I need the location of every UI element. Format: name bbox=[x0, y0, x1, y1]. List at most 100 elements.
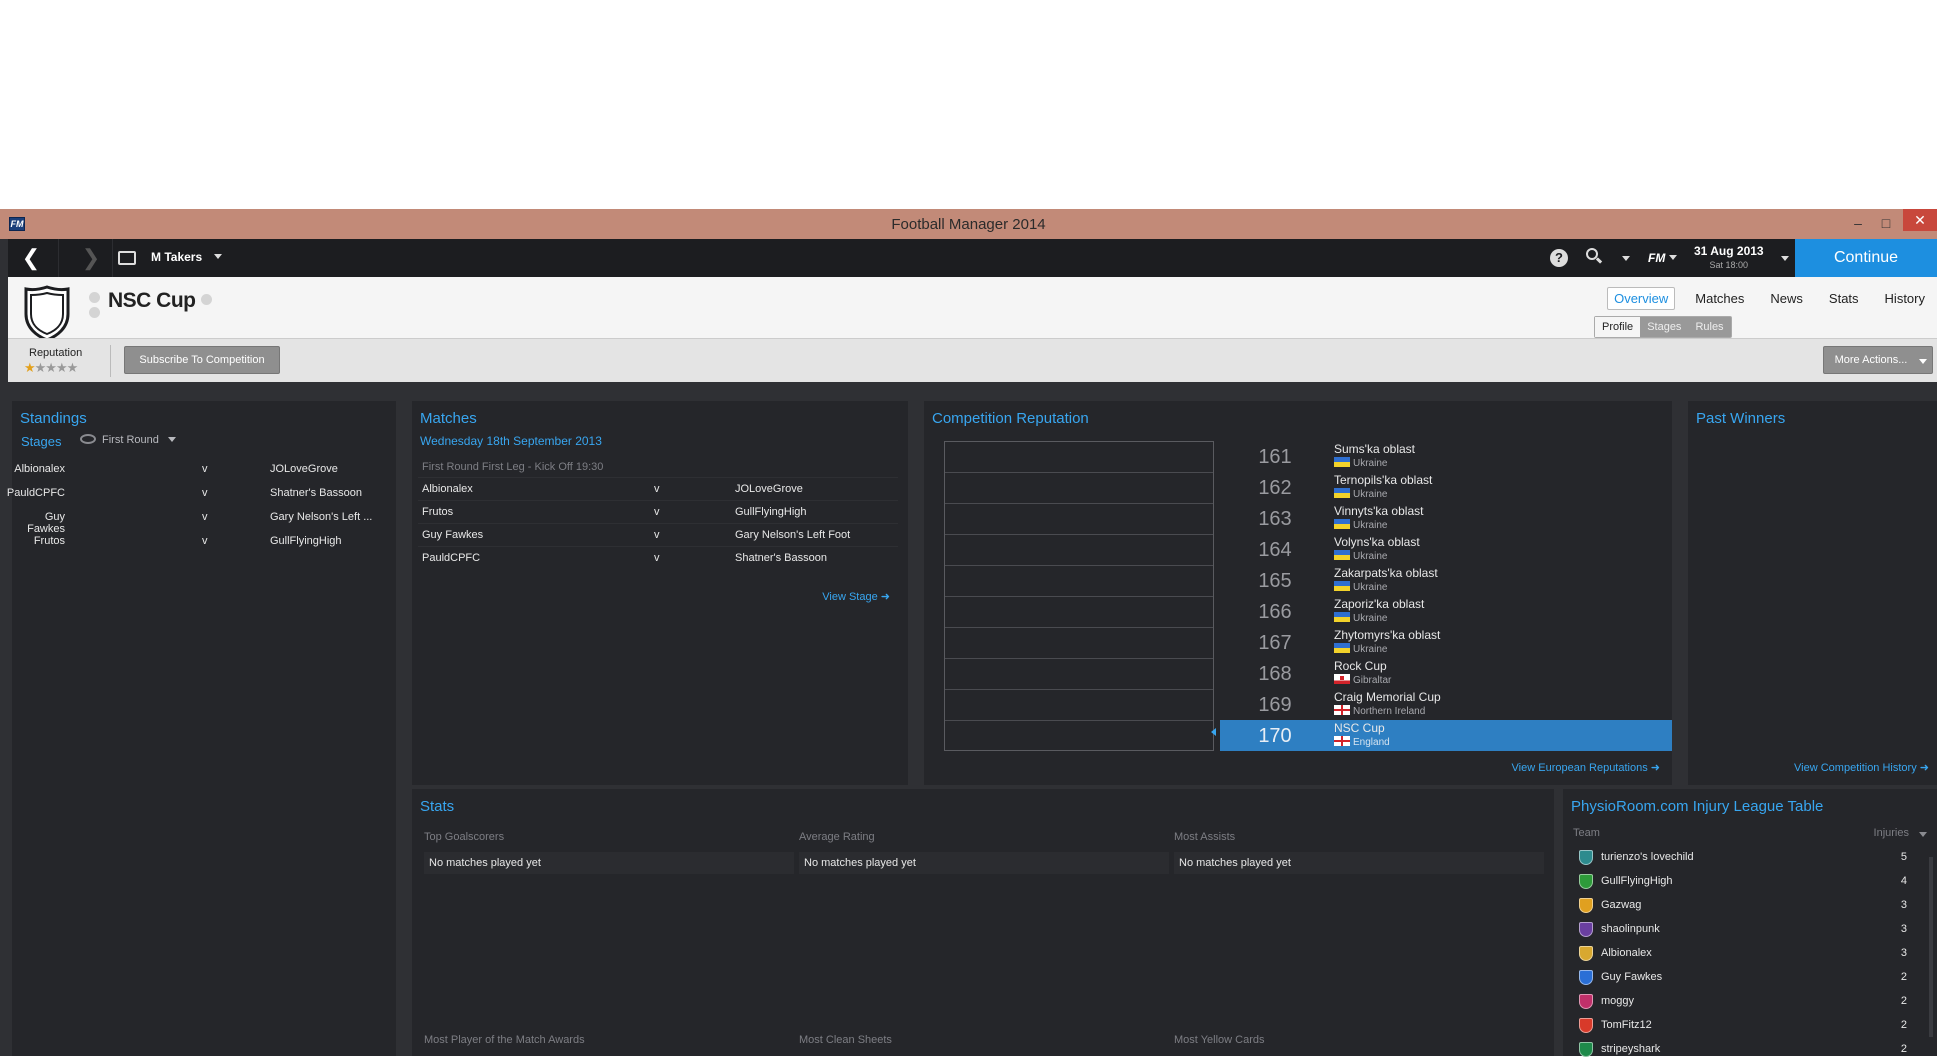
away-team: Gary Nelson's Left Foot bbox=[735, 529, 851, 541]
chevron-down-icon bbox=[214, 254, 223, 259]
nation: Ukraine bbox=[1353, 458, 1388, 469]
subtab-stages[interactable]: Stages bbox=[1640, 317, 1688, 337]
match-row[interactable]: Frutos v GullFlyingHigh bbox=[418, 500, 898, 523]
matches-title[interactable]: Matches bbox=[420, 410, 477, 427]
club-badge-icon bbox=[1579, 994, 1593, 1009]
competition-name: Zhytomyrs'ka oblast bbox=[1334, 628, 1441, 642]
injury-count: 2 bbox=[1900, 971, 1907, 983]
table-row[interactable]: moggy 2 bbox=[1567, 989, 1919, 1013]
view-competition-history-link[interactable]: View Competition History ➜ bbox=[1794, 761, 1929, 774]
team-name: turienzo's lovechild bbox=[1601, 851, 1694, 863]
back-arrow-icon[interactable]: ❮ bbox=[18, 245, 44, 271]
table-row[interactable]: Albionalex 3 bbox=[1567, 941, 1919, 965]
manager-icon[interactable] bbox=[118, 251, 136, 265]
close-icon[interactable]: ✕ bbox=[1903, 209, 1937, 231]
search-icon[interactable] bbox=[1586, 248, 1603, 264]
options-icon[interactable] bbox=[89, 307, 100, 318]
reputation-row[interactable]: 163 Vinnyts'ka oblast Ukraine bbox=[1220, 503, 1672, 534]
injury-table-title[interactable]: PhysioRoom.com Injury League Table bbox=[1571, 798, 1823, 815]
versus: v bbox=[654, 483, 660, 495]
view-stage-label: View Stage bbox=[822, 591, 878, 603]
away-team: JOLoveGrove bbox=[735, 483, 803, 495]
match-row[interactable]: PauldCPFC v Shatner's Bassoon bbox=[418, 546, 898, 569]
reputation-row[interactable]: 166 Zaporiz'ka oblast Ukraine bbox=[1220, 596, 1672, 627]
ukraine-flag-icon bbox=[1334, 457, 1350, 467]
page-header: NSC Cup Overview Matches News Stats History … bbox=[8, 277, 1937, 342]
injury-count: 2 bbox=[1900, 1019, 1907, 1031]
standings-row[interactable]: PauldCPFC v Shatner's Bassoon bbox=[7, 481, 362, 505]
nation: England bbox=[1353, 737, 1390, 748]
reputation-row[interactable]: 161 Sums'ka oblast Ukraine bbox=[1220, 441, 1672, 472]
maximize-icon[interactable]: □ bbox=[1875, 213, 1897, 233]
tab-stats[interactable]: Stats bbox=[1823, 288, 1865, 309]
table-row[interactable]: TomFitz12 2 bbox=[1567, 1013, 1919, 1037]
standings-row[interactable]: Albionalex v JOLoveGrove bbox=[12, 457, 338, 481]
table-row[interactable]: turienzo's lovechild 5 bbox=[1567, 845, 1919, 869]
nation: Ukraine bbox=[1353, 582, 1388, 593]
sort-icon[interactable] bbox=[1919, 832, 1927, 837]
subtab-rules[interactable]: Rules bbox=[1688, 317, 1730, 337]
stats-title[interactable]: Stats bbox=[420, 798, 454, 815]
subscribe-button[interactable]: Subscribe To Competition bbox=[124, 346, 280, 374]
table-row[interactable]: Gazwag 3 bbox=[1567, 893, 1919, 917]
stages-link[interactable]: Stages bbox=[21, 434, 61, 449]
match-row[interactable]: Guy Fawkes v Gary Nelson's Left Foot bbox=[418, 523, 898, 546]
reputation-row[interactable]: 164 Volyns'ka oblast Ukraine bbox=[1220, 534, 1672, 565]
nation: Ukraine bbox=[1353, 489, 1388, 500]
search-dropdown-icon[interactable] bbox=[1622, 256, 1630, 261]
more-actions-button[interactable]: More Actions... bbox=[1823, 346, 1933, 374]
info-icon[interactable] bbox=[201, 294, 212, 305]
tab-news[interactable]: News bbox=[1764, 288, 1809, 309]
versus: v bbox=[654, 506, 660, 518]
match-row[interactable]: Albionalex v JOLoveGrove bbox=[418, 477, 898, 500]
round-selector[interactable]: First Round bbox=[102, 434, 176, 446]
continue-button[interactable]: Continue bbox=[1795, 239, 1937, 277]
nation: Ukraine bbox=[1353, 520, 1388, 531]
column-header-team[interactable]: Team bbox=[1573, 827, 1600, 839]
help-icon[interactable]: ? bbox=[1550, 249, 1568, 267]
view-european-reputations-link[interactable]: View European Reputations ➜ bbox=[1512, 761, 1660, 774]
manager-menu[interactable]: M Takers bbox=[151, 250, 223, 264]
tab-matches[interactable]: Matches bbox=[1689, 288, 1750, 309]
table-row[interactable]: stripeyshark 2 bbox=[1567, 1037, 1919, 1061]
reputation-title[interactable]: Competition Reputation bbox=[932, 410, 1089, 427]
past-winners-title[interactable]: Past Winners bbox=[1696, 410, 1785, 427]
reputation-row[interactable]: 165 Zakarpats'ka oblast Ukraine bbox=[1220, 565, 1672, 596]
team-name: stripeyshark bbox=[1601, 1043, 1661, 1055]
rank: 169 bbox=[1258, 694, 1292, 716]
table-row[interactable]: Guy Fawkes 2 bbox=[1567, 965, 1919, 989]
ukraine-flag-icon bbox=[1334, 643, 1350, 653]
reputation-row[interactable]: 162 Ternopils'ka oblast Ukraine bbox=[1220, 472, 1672, 503]
standings-row[interactable]: Frutos v GullFlyingHigh bbox=[12, 529, 342, 553]
reputation-row[interactable]: 169 Craig Memorial Cup Northern Ireland bbox=[1220, 689, 1672, 720]
away-team: Shatner's Bassoon bbox=[735, 552, 827, 564]
standings-title[interactable]: Standings bbox=[20, 410, 87, 427]
table-row[interactable]: GullFlyingHigh 4 bbox=[1567, 869, 1919, 893]
injury-table-panel: PhysioRoom.com Injury League Table Team … bbox=[1563, 789, 1937, 1057]
view-stage-link[interactable]: View Stage ➜ bbox=[822, 590, 890, 603]
northern-ireland-flag-icon bbox=[1334, 705, 1350, 715]
nation: Ukraine bbox=[1353, 644, 1388, 655]
subtab-profile[interactable]: Profile bbox=[1595, 317, 1641, 337]
column-header-injuries[interactable]: Injuries bbox=[1874, 827, 1909, 839]
forward-arrow-icon[interactable]: ❯ bbox=[78, 245, 104, 271]
injury-count: 2 bbox=[1900, 1043, 1907, 1055]
table-row[interactable]: shaolinpunk 3 bbox=[1567, 917, 1919, 941]
favourite-icon[interactable] bbox=[89, 292, 100, 303]
calendar-dropdown-icon[interactable] bbox=[1781, 256, 1789, 261]
home-team: PauldCPFC bbox=[422, 552, 481, 564]
date-display[interactable]: 31 Aug 2013 Sat 18:00 bbox=[1694, 244, 1764, 272]
minimize-icon[interactable]: – bbox=[1847, 213, 1869, 233]
match-subheading: First Round First Leg - Kick Off 19:30 bbox=[422, 461, 604, 473]
reputation-row[interactable]: 167 Zhytomyrs'ka oblast Ukraine bbox=[1220, 627, 1672, 658]
fm-menu[interactable]: FM bbox=[1648, 251, 1678, 265]
standings-row[interactable]: Guy Fawkes v Gary Nelson's Left ... bbox=[12, 505, 372, 535]
eye-icon[interactable] bbox=[80, 434, 96, 444]
tab-overview[interactable]: Overview bbox=[1607, 287, 1676, 310]
gridline bbox=[945, 534, 1213, 535]
reputation-row[interactable]: 168 Rock Cup Gibraltar bbox=[1220, 658, 1672, 689]
tab-history[interactable]: History bbox=[1879, 288, 1931, 309]
reputation-row-selected[interactable]: 170 NSC Cup England bbox=[1220, 720, 1672, 751]
scrollbar[interactable] bbox=[1929, 857, 1933, 1037]
competition-name: Zaporiz'ka oblast bbox=[1334, 597, 1425, 611]
